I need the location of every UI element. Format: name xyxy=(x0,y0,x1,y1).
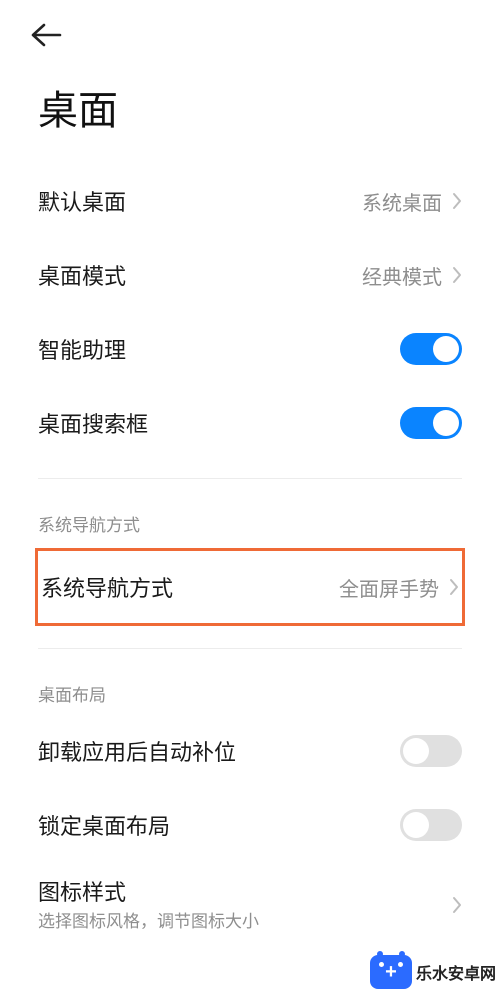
toggle-assistant[interactable] xyxy=(400,333,462,365)
watermark-icon: + xyxy=(370,955,412,989)
highlighted-row: 系统导航方式 全面屏手势 xyxy=(35,548,465,626)
row-assistant: 智能助理 xyxy=(38,312,462,386)
chevron-right-icon xyxy=(449,578,459,596)
row-value-desktop-mode: 经典模式 xyxy=(362,261,442,290)
row-lock-layout: 锁定桌面布局 xyxy=(38,788,462,862)
row-auto-fill: 卸载应用后自动补位 xyxy=(38,714,462,788)
row-label-system-navigation: 系统导航方式 xyxy=(41,571,173,603)
row-label-desktop-mode: 桌面模式 xyxy=(38,259,126,291)
row-label-search-box: 桌面搜索框 xyxy=(38,407,148,439)
back-icon[interactable] xyxy=(30,23,64,47)
row-desktop-mode[interactable]: 桌面模式 经典模式 xyxy=(38,238,462,312)
toggle-lock-layout[interactable] xyxy=(400,809,462,841)
toggle-search-box[interactable] xyxy=(400,407,462,439)
row-value-system-navigation: 全面屏手势 xyxy=(339,573,439,602)
row-search-box: 桌面搜索框 xyxy=(38,386,462,460)
watermark-badge: + 乐水安卓网 xyxy=(366,953,500,991)
toggle-auto-fill[interactable] xyxy=(400,735,462,767)
row-sub-icon-style: 选择图标风格，调节图标大小 xyxy=(38,907,259,932)
watermark-text: 乐水安卓网 xyxy=(416,960,496,984)
chevron-right-icon xyxy=(452,266,462,284)
row-label-auto-fill: 卸载应用后自动补位 xyxy=(38,735,236,767)
row-value-default-desktop: 系统桌面 xyxy=(362,187,442,216)
row-default-desktop[interactable]: 默认桌面 系统桌面 xyxy=(38,164,462,238)
section-header-layout: 桌面布局 xyxy=(38,649,462,714)
row-label-lock-layout: 锁定桌面布局 xyxy=(38,809,170,841)
chevron-right-icon xyxy=(452,192,462,210)
row-icon-style[interactable]: 图标样式 选择图标风格，调节图标大小 xyxy=(38,862,462,948)
row-label-default-desktop: 默认桌面 xyxy=(38,185,126,217)
page-title: 桌面 xyxy=(0,70,500,164)
row-label-icon-style: 图标样式 xyxy=(38,878,259,908)
row-label-assistant: 智能助理 xyxy=(38,333,126,365)
chevron-right-icon xyxy=(452,896,462,914)
section-header-navigation: 系统导航方式 xyxy=(38,479,462,544)
row-system-navigation[interactable]: 系统导航方式 全面屏手势 xyxy=(41,551,459,623)
